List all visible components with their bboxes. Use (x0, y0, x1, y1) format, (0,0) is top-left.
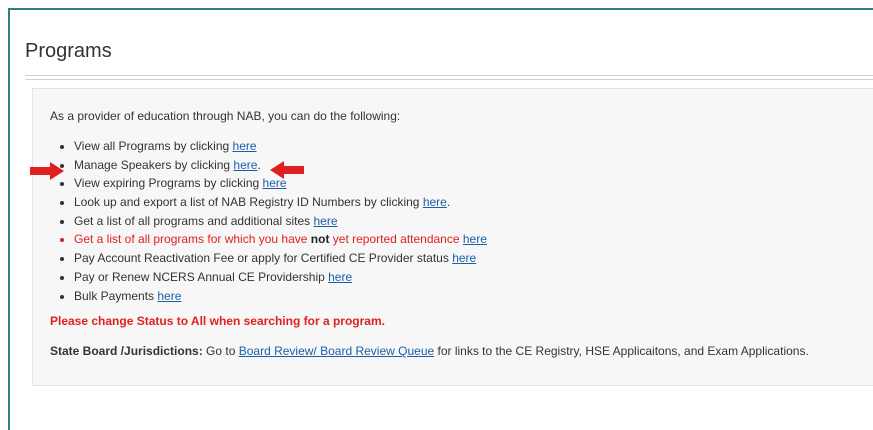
programs-sites-link[interactable]: here (313, 214, 337, 228)
list-item-ncers-providership: Pay or Renew NCERS Annual CE Providershi… (74, 268, 487, 287)
title-divider (25, 75, 873, 80)
right-arrow-icon (30, 162, 64, 180)
manage-speakers-link[interactable]: here (233, 158, 257, 172)
view-programs-link[interactable]: here (233, 139, 257, 153)
reactivation-fee-link[interactable]: here (452, 251, 476, 265)
state-board-note: State Board /Jurisdictions: Go to Board … (50, 344, 809, 358)
ncers-providership-link[interactable]: here (328, 270, 352, 284)
state-board-label: State Board /Jurisdictions: (50, 344, 203, 358)
provider-info-panel: As a provider of education through NAB, … (32, 88, 873, 386)
page-title: Programs (25, 40, 112, 62)
list-item-registry-ids: Look up and export a list of NAB Registr… (74, 193, 487, 212)
list-item-bulk-payments: Bulk Payments here (74, 287, 487, 306)
list-item-reactivation-fee: Pay Account Reactivation Fee or apply fo… (74, 249, 487, 268)
intro-text: As a provider of education through NAB, … (50, 109, 401, 123)
board-review-link[interactable]: Board Review/ Board Review Queue (239, 344, 434, 358)
registry-ids-link[interactable]: here (423, 195, 447, 209)
provider-actions-list: View all Programs by clicking here Manag… (50, 137, 487, 305)
list-item-unreported-attendance: Get a list of all programs for which you… (74, 230, 487, 249)
unreported-attendance-link[interactable]: here (463, 232, 487, 246)
list-item-programs-sites: Get a list of all programs and additiona… (74, 212, 487, 231)
status-warning: Please change Status to All when searchi… (50, 314, 385, 328)
left-arrow-icon (270, 161, 304, 179)
bulk-payments-link[interactable]: here (157, 289, 181, 303)
list-item-view-programs: View all Programs by clicking here (74, 137, 487, 156)
